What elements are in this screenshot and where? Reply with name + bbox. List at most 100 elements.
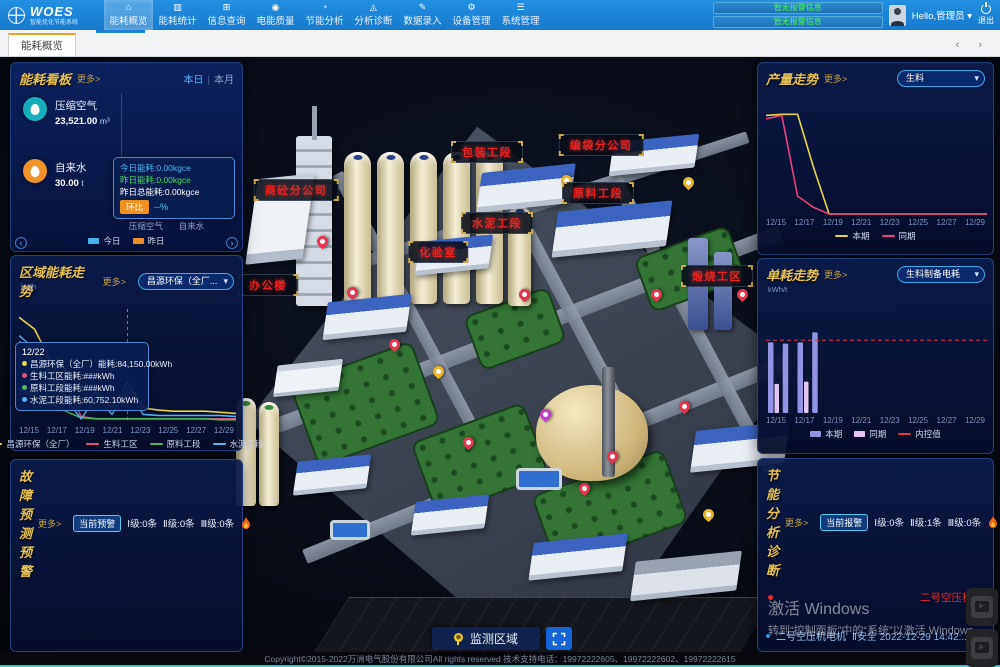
legend-swatch: [133, 238, 144, 244]
x-tick: 12/23: [130, 426, 150, 435]
map-pin-icon[interactable]: [681, 175, 697, 191]
nav-item-home[interactable]: ⌂能耗概览: [104, 0, 153, 30]
metric-name: 压缩空气: [55, 98, 110, 113]
legend-item[interactable]: 同期: [854, 428, 886, 440]
tooltip-line: 昨日总能耗:0.00kgce: [120, 186, 228, 198]
carousel-prev-button[interactable]: ‹: [15, 237, 27, 249]
tab-strip: 能耗概览 ‹ ›: [0, 30, 1000, 57]
flame-icon: [987, 516, 999, 529]
x-tick: 12/27: [937, 218, 957, 227]
map-label-煅烧工区[interactable]: 煅烧工区: [681, 265, 753, 287]
legend-item[interactable]: 本期: [835, 230, 869, 242]
tooltip-line: 水泥工段能耗:60,752.10kWh: [22, 394, 142, 406]
panel-title: 能耗看板: [19, 69, 71, 88]
tab-scroll-arrows[interactable]: ‹ ›: [956, 39, 990, 51]
map-pin-icon[interactable]: [735, 287, 751, 303]
carousel-next-button[interactable]: ›: [226, 237, 238, 249]
map-label-编袋分公司[interactable]: 编袋分公司: [559, 134, 644, 156]
map-pin-icon[interactable]: [701, 507, 717, 523]
legend-item[interactable]: 内控值: [898, 428, 941, 440]
tooltip-line: 今日能耗:0.00kgce: [120, 162, 228, 174]
level-count: Ⅱ级:0条: [163, 516, 195, 530]
corner-bracket: [638, 134, 643, 139]
nav-item-bar-chart[interactable]: ▥能耗统计: [153, 0, 202, 30]
legend-item[interactable]: 水泥工段: [213, 438, 264, 450]
legend-item[interactable]: 本期: [810, 428, 842, 440]
nav-right-area: 暂无报警信息暂无报警信息 Hello,管理员 ▾ 退出: [713, 2, 1000, 28]
kanban-item-text: 压缩空气23,521.00 m³: [55, 97, 110, 127]
map-label-包装工段[interactable]: 包装工段: [451, 141, 523, 163]
legend-swatch: [854, 431, 865, 437]
axis-label: 压缩空气: [129, 220, 163, 232]
x-tick: 12/19: [823, 218, 843, 227]
more-link[interactable]: 更多>: [77, 72, 100, 85]
panel-energy-kanban: 能耗看板 更多> 本日|本月 压缩空气23,521.00 m³自来水30.00 …: [10, 62, 243, 252]
legend-item[interactable]: 昨日: [133, 235, 165, 247]
device-mgmt-icon: ⚙: [467, 3, 475, 12]
current-alarm-badge[interactable]: 当前报警: [820, 514, 868, 531]
user-greeting[interactable]: Hello,管理员 ▾: [912, 8, 972, 22]
tab-energy-overview[interactable]: 能耗概览: [8, 33, 76, 56]
more-link[interactable]: 更多>: [38, 517, 61, 530]
map-label-原料工段[interactable]: 原料工段: [562, 182, 634, 204]
floating-tool-button[interactable]: [966, 588, 998, 626]
nav-item-device-mgmt[interactable]: ⚙设备管理: [447, 0, 496, 30]
nav-item-power-quality[interactable]: ◉电能质量: [251, 0, 300, 30]
unit-legend: 本期同期内控值: [758, 428, 993, 440]
map-label-办公楼[interactable]: 办公楼: [238, 274, 298, 296]
panel-title: 故障预测预警: [19, 466, 32, 580]
fullscreen-button[interactable]: [546, 627, 572, 650]
month-toggle[interactable]: 本月: [214, 75, 234, 86]
corner-bracket: [528, 229, 533, 234]
x-tick: 12/17: [794, 218, 814, 227]
more-link[interactable]: 更多>: [824, 268, 847, 281]
legend-item[interactable]: 今日: [88, 235, 120, 247]
floating-tool-button[interactable]: [966, 629, 998, 667]
current-warning-badge[interactable]: 当前预警: [73, 515, 121, 532]
corner-bracket: [463, 241, 468, 246]
avatar[interactable]: [889, 5, 906, 26]
nav-item-energy-analysis[interactable]: ◔节能分析: [300, 0, 349, 30]
energy-analysis-icon: ◔: [322, 3, 327, 12]
region-dropdown[interactable]: 昌源环保（全厂...: [138, 273, 234, 290]
pool: [516, 468, 562, 490]
more-link[interactable]: 更多>: [103, 275, 126, 288]
legend-swatch: [0, 443, 2, 445]
legend-item[interactable]: 昌源环保（全厂）: [0, 438, 74, 450]
nav-item-system-mgmt[interactable]: ☰系统管理: [496, 0, 545, 30]
more-link[interactable]: 更多>: [824, 72, 847, 85]
map-label-text: 包装工段: [462, 147, 512, 159]
map-label-text: 商砼分公司: [265, 185, 328, 197]
corner-bracket: [681, 265, 686, 270]
alarm-counts: Ⅰ级:0条Ⅱ级:1条Ⅲ级:0条: [874, 515, 981, 529]
more-link[interactable]: 更多>: [785, 516, 808, 529]
nav-item-info-search[interactable]: ⊞信息查询: [202, 0, 251, 30]
image-icon: [971, 596, 993, 618]
unit-dropdown[interactable]: 生料制备电耗: [897, 266, 985, 283]
alarm-banner[interactable]: 暂无报警信息: [713, 16, 883, 28]
air-icon: [23, 97, 47, 121]
legend-item[interactable]: 同期: [882, 230, 916, 242]
logout-button[interactable]: 退出: [978, 4, 994, 26]
corner-bracket: [562, 182, 567, 187]
y-axis-label: kWh/t: [768, 285, 787, 294]
corner-bracket: [748, 282, 753, 287]
panel-region-energy-trend: 区域能耗走势 更多> 昌源环保（全厂... kWh 12/1512/1712/1…: [10, 255, 243, 451]
nav-item-diagnosis[interactable]: ◬分析诊断: [349, 0, 398, 30]
nav-item-data-entry[interactable]: ✎数据录入: [398, 0, 447, 30]
day-toggle[interactable]: 本日: [183, 75, 203, 86]
legend-item[interactable]: 生料工区: [86, 438, 137, 450]
legend-swatch: [86, 443, 99, 445]
map-label-商砼分公司[interactable]: 商砼分公司: [254, 179, 339, 201]
map-label-text: 办公楼: [249, 280, 287, 292]
production-dropdown[interactable]: 生料: [897, 70, 985, 87]
map-label-水泥工段[interactable]: 水泥工段: [461, 212, 533, 234]
monitor-area-button[interactable]: 监测区域: [432, 627, 540, 650]
legend-item[interactable]: 原料工段: [150, 438, 201, 450]
x-tick: 12/15: [19, 426, 39, 435]
alarm-banner[interactable]: 暂无报警信息: [713, 2, 883, 14]
alarm-list-item[interactable]: 二号空压机电机Ⅱ安全 2022-12-29 14:42:... 时段超限-关..…: [758, 628, 993, 643]
map-label-化验室[interactable]: 化验室: [408, 241, 468, 263]
legend-label: 本期: [852, 230, 869, 242]
corner-bracket: [638, 151, 643, 156]
